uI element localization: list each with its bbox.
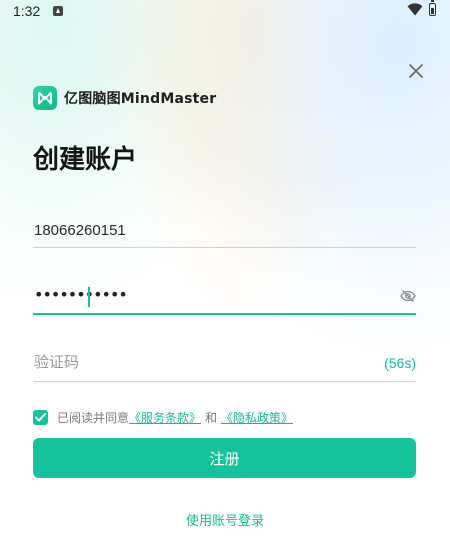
phone-field[interactable]: 18066260151	[33, 215, 416, 248]
password-visibility-toggle[interactable]	[400, 288, 416, 304]
agreement-row: 已阅读并同意 《服务条款》 和 《隐私政策》	[33, 409, 293, 426]
status-time: 1:32	[13, 3, 41, 19]
wifi-icon	[407, 3, 423, 16]
check-icon	[35, 413, 46, 422]
app-logo: 亿图脑图MindMaster	[33, 86, 216, 110]
agreement-prefix: 已阅读并同意	[57, 411, 130, 425]
close-icon	[409, 64, 423, 78]
account-login-link[interactable]: 使用账号登录	[0, 510, 450, 529]
notification-icon	[53, 6, 63, 16]
verification-code-field[interactable]: (56s)	[33, 348, 416, 382]
register-button[interactable]: 注册	[33, 438, 416, 478]
terms-of-service-link[interactable]: 《服务条款》	[129, 409, 201, 426]
resend-countdown: (56s)	[384, 355, 416, 371]
verification-code-input[interactable]	[34, 353, 334, 371]
battery-icon	[429, 0, 436, 16]
agreement-checkbox[interactable]	[33, 410, 48, 425]
agreement-and: 和	[205, 411, 218, 425]
password-field[interactable]: •••••••••••	[33, 282, 416, 315]
text-caret	[88, 287, 90, 307]
password-value[interactable]: •••••••••••	[34, 285, 128, 304]
eye-off-icon	[400, 290, 416, 302]
logo-text: 亿图脑图MindMaster	[64, 91, 217, 107]
status-bar: 1:32	[0, 0, 450, 22]
privacy-policy-link[interactable]: 《隐私政策》	[221, 409, 293, 426]
mindmaster-logo-icon	[33, 86, 57, 110]
phone-value[interactable]: 18066260151	[34, 222, 126, 239]
page-title: 创建账户	[33, 145, 138, 175]
close-button[interactable]	[405, 60, 427, 82]
